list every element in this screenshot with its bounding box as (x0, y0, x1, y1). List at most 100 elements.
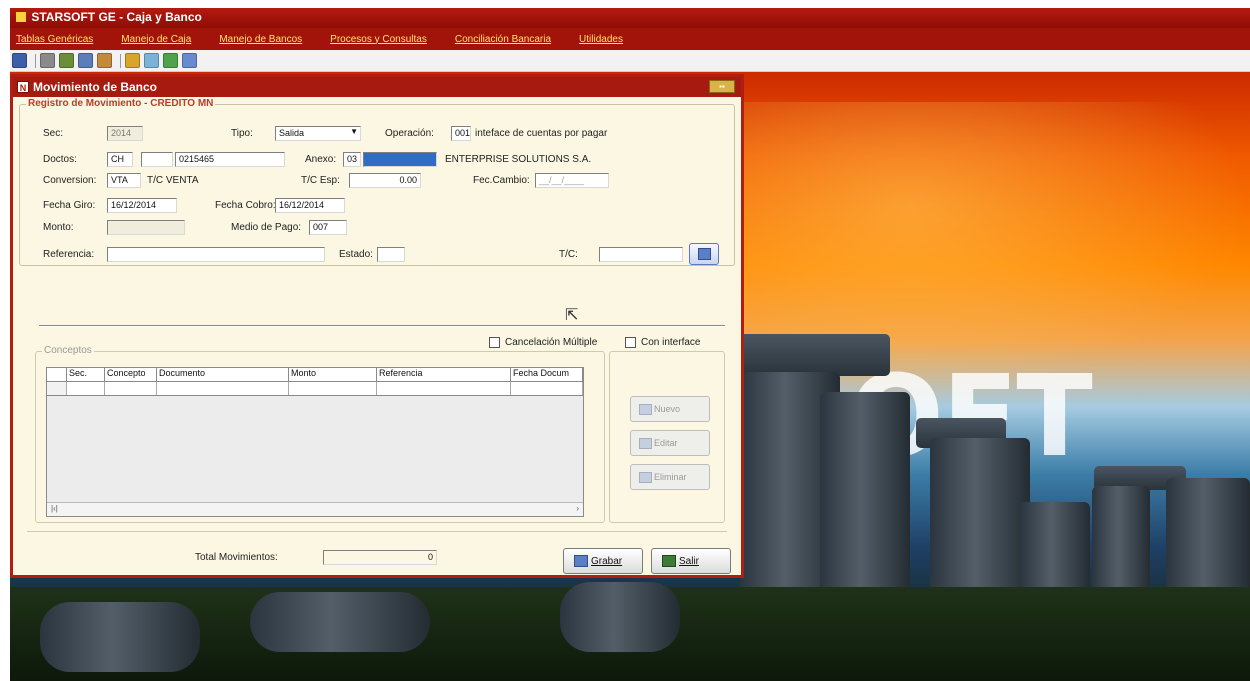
medio-pago-label: Medio de Pago: (231, 222, 302, 233)
editar-button[interactable]: Editar (630, 430, 710, 456)
grid-header: Sec. Concepto Documento Monto Referencia… (47, 368, 583, 382)
menu-procesos-consultas[interactable]: Procesos y Consultas (330, 34, 427, 45)
floppy-icon (698, 248, 711, 260)
anexo-code-field[interactable]: 03 (343, 152, 361, 167)
table-row[interactable] (47, 382, 583, 396)
anexo-name: ENTERPRISE SOLUTIONS S.A. (445, 154, 592, 165)
grid-col-fecha-docum[interactable]: Fecha Docum (511, 368, 583, 382)
toolbar-separator (120, 53, 121, 68)
tc-esp-label: T/C Esp: (301, 175, 340, 186)
drop-icon[interactable] (144, 53, 159, 68)
fecha-cobro-field[interactable]: 16/12/2014 (275, 198, 345, 213)
toolbar (10, 50, 1250, 72)
user-icon[interactable] (59, 53, 74, 68)
fecha-giro-label: Fecha Giro: (43, 200, 96, 211)
new-doc-icon (639, 403, 652, 415)
doctos-tipo-field[interactable]: CH (107, 152, 133, 167)
fallen-stone (40, 602, 200, 672)
menu-bar: Tablas Genéricas Manejo de Caja Manejo d… (10, 28, 1250, 50)
conceptos-grid[interactable]: Sec. Concepto Documento Monto Referencia… (46, 367, 584, 517)
menu-tablas-genericas[interactable]: Tablas Genéricas (16, 34, 93, 45)
movimiento-banco-window: N Movimiento de Banco ▪▪ Registro de Mov… (10, 74, 744, 578)
doctos-serie-field[interactable] (141, 152, 173, 167)
grid-col-sec[interactable]: Sec. (67, 368, 105, 382)
tc-esp-field[interactable]: 0.00 (349, 173, 421, 188)
fec-cambio-label: Fec.Cambio: (473, 175, 530, 186)
menu-utilidades[interactable]: Utilidades (579, 34, 623, 45)
window-body: Registro de Movimiento - CREDITO MN Sec:… (13, 97, 741, 575)
window-icon[interactable] (182, 53, 197, 68)
folder-icon[interactable] (125, 53, 140, 68)
tipo-label: Tipo: (231, 128, 253, 139)
tc-label: T/C: (559, 249, 578, 260)
stone (930, 438, 1030, 598)
monto-field[interactable] (107, 220, 185, 235)
app-icon (16, 12, 26, 22)
calculator-icon[interactable] (78, 53, 93, 68)
estado-field[interactable] (377, 247, 405, 262)
grid-col-concepto[interactable]: Concepto (105, 368, 157, 382)
save-tc-button[interactable] (689, 243, 719, 265)
conversion-label: Conversion: (43, 175, 97, 186)
referencia-field[interactable] (107, 247, 325, 262)
scroll-right-icon[interactable]: › (576, 504, 579, 513)
grabar-button[interactable]: Grabar (563, 548, 643, 574)
cancelacion-multiple-checkbox[interactable] (489, 337, 500, 348)
eliminar-label: Eliminar (654, 472, 687, 482)
fallen-stone (250, 592, 430, 652)
con-interface-checkbox[interactable] (625, 337, 636, 348)
grid-horizontal-scrollbar[interactable]: |‹| › (47, 502, 583, 516)
app-title: STARSOFT GE - Caja y Banco (31, 10, 202, 24)
medio-pago-field[interactable]: 007 (309, 220, 347, 235)
scroll-left-icon[interactable]: |‹| (51, 504, 58, 513)
app-title-bar: STARSOFT GE - Caja y Banco (10, 8, 1250, 28)
printer-icon[interactable] (40, 53, 55, 68)
exit-icon[interactable] (12, 53, 27, 68)
nuevo-button[interactable]: Nuevo (630, 396, 710, 422)
doctos-numero-field[interactable]: 0215465 (175, 152, 285, 167)
leaf-icon[interactable] (163, 53, 178, 68)
fecha-cobro-label: Fecha Cobro: (215, 200, 276, 211)
sec-field[interactable]: 2014 (107, 126, 143, 141)
concept-actions-panel: Nuevo Editar Eliminar (609, 351, 725, 523)
window-close-button[interactable]: ▪▪ (709, 80, 735, 93)
window-titlebar: N Movimiento de Banco ▪▪ (13, 77, 741, 97)
form-separator (39, 325, 725, 327)
salir-button[interactable]: Salir (651, 548, 731, 574)
monto-label: Monto: (43, 222, 74, 233)
menu-manejo-caja[interactable]: Manejo de Caja (121, 34, 191, 45)
home-icon[interactable] (97, 53, 112, 68)
grid-col-monto[interactable]: Monto (289, 368, 377, 382)
operacion-code-field[interactable]: 001 (451, 126, 471, 141)
screen: STARSOFT GE - Caja y Banco Tablas Genéri… (0, 0, 1250, 681)
con-interface-label: Con interface (641, 337, 701, 348)
fec-cambio-field[interactable]: __/__/____ (535, 173, 609, 188)
fecha-giro-field[interactable]: 16/12/2014 (107, 198, 177, 213)
window-title: Movimiento de Banco (33, 80, 158, 94)
tipo-select[interactable]: Salida ▼ (275, 126, 361, 141)
conversion-field[interactable]: VTA (107, 173, 141, 188)
floppy-icon (574, 555, 588, 567)
total-movimientos-field: 0 (323, 550, 437, 565)
delete-icon (639, 471, 652, 483)
grid-col-referencia[interactable]: Referencia (377, 368, 511, 382)
tc-field[interactable] (599, 247, 683, 262)
exit-door-icon (662, 555, 676, 567)
editar-label: Editar (654, 438, 678, 448)
menu-manejo-bancos[interactable]: Manejo de Bancos (219, 34, 302, 45)
chevron-down-icon: ▼ (350, 127, 358, 136)
conversion-desc: T/C VENTA (147, 175, 199, 186)
operacion-label: Operación: (385, 128, 434, 139)
grid-col-indicator (47, 368, 67, 382)
eliminar-button[interactable]: Eliminar (630, 464, 710, 490)
conceptos-title: Conceptos (42, 345, 94, 356)
estado-label: Estado: (339, 249, 373, 260)
mouse-cursor-icon: ⇱ (565, 307, 579, 324)
grabar-label: Grabar (591, 555, 623, 567)
window-app-icon: N (17, 81, 29, 93)
edit-icon (639, 437, 652, 449)
anexo-field[interactable] (363, 152, 437, 167)
menu-conciliacion-bancaria[interactable]: Conciliación Bancaria (455, 34, 551, 45)
sec-label: Sec: (43, 128, 64, 139)
grid-col-documento[interactable]: Documento (157, 368, 289, 382)
